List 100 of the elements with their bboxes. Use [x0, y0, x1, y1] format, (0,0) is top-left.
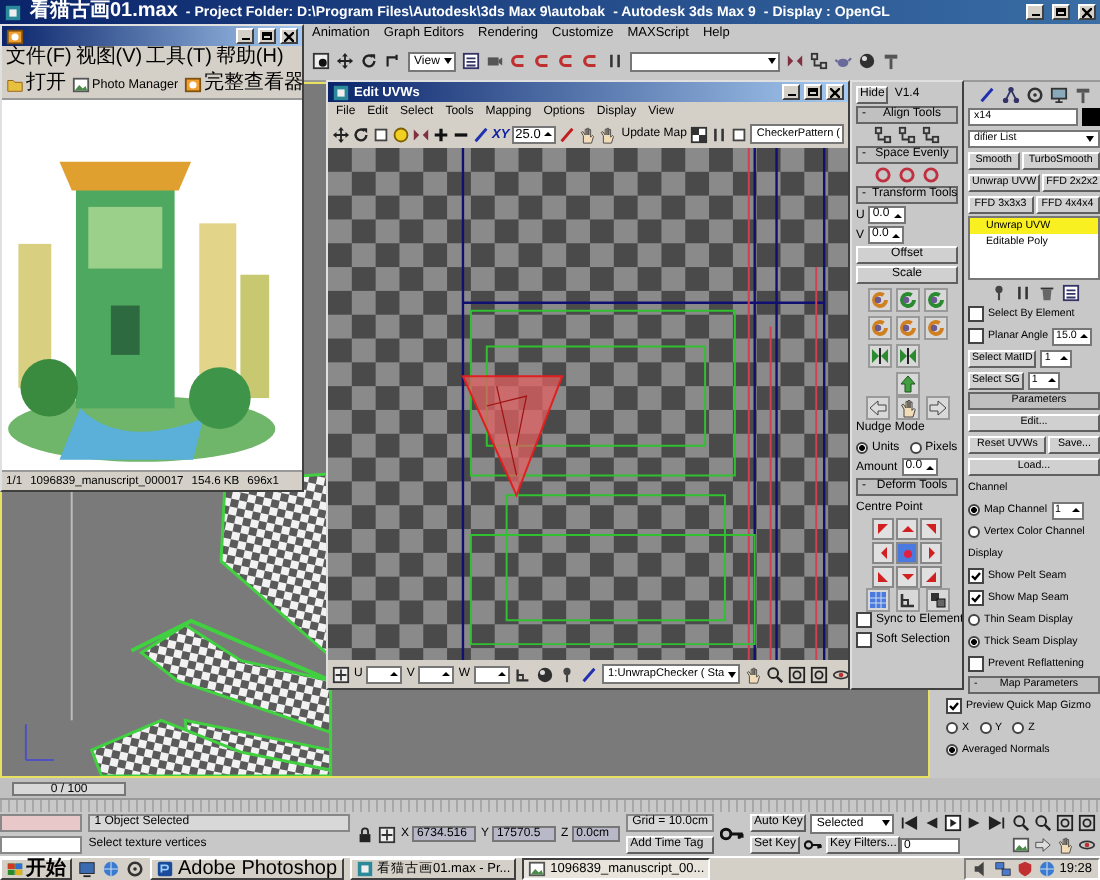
mirror-icon[interactable] — [785, 52, 804, 70]
select-region-icon[interactable] — [312, 52, 330, 70]
move-icon[interactable] — [336, 52, 354, 70]
centre-point-button[interactable] — [896, 518, 918, 540]
close-button[interactable] — [280, 28, 298, 44]
edge-icon[interactable] — [514, 665, 533, 683]
zoom-extents-icon[interactable] — [810, 665, 829, 683]
arrow-icon[interactable] — [865, 395, 889, 419]
radio-button[interactable] — [979, 722, 992, 734]
move-icon[interactable] — [332, 125, 350, 143]
script-field[interactable] — [0, 814, 83, 832]
checkbox[interactable] — [946, 698, 962, 714]
zoom-icon[interactable] — [766, 665, 785, 683]
checker-icon[interactable] — [690, 125, 709, 143]
taskbar-button[interactable]: Adobe Photoshop — [150, 858, 344, 880]
menu-item[interactable]: 文件(F) — [6, 46, 72, 70]
edge-icon[interactable] — [895, 587, 919, 611]
align-icon[interactable] — [898, 126, 916, 144]
minimize-button[interactable] — [236, 28, 254, 44]
spinner-field[interactable] — [418, 665, 455, 683]
align-icon[interactable] — [874, 126, 892, 144]
checkbox[interactable] — [856, 611, 872, 627]
globe-icon[interactable] — [1037, 860, 1056, 878]
minimize-button[interactable] — [782, 84, 800, 100]
key-icon[interactable] — [804, 836, 823, 854]
trash-icon[interactable] — [1037, 283, 1055, 301]
close-button[interactable] — [826, 84, 844, 100]
sphere-icon[interactable] — [536, 665, 555, 683]
radio-button[interactable] — [968, 526, 980, 538]
toolbar-button[interactable]: 打开 — [6, 72, 66, 96]
radio-button[interactable] — [968, 504, 980, 516]
arrow-icon[interactable] — [925, 395, 949, 419]
bars-icon[interactable] — [1013, 283, 1031, 301]
mirror-icon[interactable] — [412, 125, 430, 143]
flip-icon[interactable] — [895, 344, 919, 368]
centre-point-button[interactable] — [872, 518, 894, 540]
lock-icon[interactable] — [356, 825, 375, 843]
maximize-button[interactable] — [804, 84, 822, 100]
hand-icon[interactable] — [597, 125, 616, 143]
spinner-field[interactable] — [366, 665, 403, 683]
track-bar[interactable] — [0, 798, 1100, 812]
centre-point-button[interactable] — [920, 518, 942, 540]
list-icon[interactable] — [461, 52, 480, 70]
checkbox[interactable] — [968, 568, 984, 584]
hand-icon[interactable] — [895, 395, 919, 419]
pencil-icon[interactable] — [977, 85, 995, 103]
zoom-icon[interactable] — [1034, 814, 1052, 832]
radio-button[interactable] — [968, 614, 980, 626]
absolute-mode-icon[interactable] — [332, 665, 350, 683]
faces-icon[interactable] — [925, 587, 949, 611]
go-to-start-icon[interactable] — [900, 814, 918, 832]
centre-point-button[interactable] — [872, 542, 894, 564]
align-icon[interactable] — [922, 126, 940, 144]
object-color-swatch[interactable] — [1082, 107, 1100, 125]
hammer-icon[interactable] — [881, 52, 900, 70]
orbit-icon[interactable] — [832, 665, 848, 683]
centre-point-button[interactable] — [872, 566, 894, 588]
globe-icon[interactable] — [102, 860, 120, 878]
zoom-extents-icon[interactable] — [1056, 814, 1074, 832]
square-icon[interactable] — [730, 125, 749, 143]
pencil-icon[interactable] — [557, 125, 576, 143]
rotate-icon[interactable] — [360, 52, 378, 70]
selection-set-dropdown[interactable] — [629, 51, 780, 71]
checkbox[interactable] — [968, 656, 984, 672]
play-icon[interactable] — [944, 814, 962, 832]
key-icon[interactable] — [720, 822, 744, 846]
maximize-button[interactable] — [1052, 4, 1070, 20]
menu-item[interactable]: 视图(V) — [75, 46, 143, 70]
pencil-icon[interactable] — [472, 125, 490, 143]
circle-icon[interactable] — [392, 125, 410, 143]
bars-icon[interactable] — [605, 52, 624, 70]
pin-icon[interactable] — [558, 665, 577, 683]
close-button[interactable] — [1078, 4, 1096, 20]
hierarchy-icon[interactable] — [1001, 85, 1019, 103]
align-icon[interactable] — [809, 52, 828, 70]
menu-item[interactable]: 工具(T) — [146, 46, 212, 70]
checkbox[interactable] — [968, 328, 984, 344]
radio-button[interactable] — [909, 441, 922, 453]
go-to-end-icon[interactable] — [988, 814, 1006, 832]
radio-button[interactable] — [946, 744, 958, 756]
hand-icon[interactable] — [577, 125, 596, 143]
speaker-icon[interactable] — [971, 860, 990, 878]
hand-icon[interactable] — [1056, 836, 1074, 854]
checkbox[interactable] — [968, 590, 984, 606]
shield-icon[interactable] — [1015, 860, 1034, 878]
network-icon[interactable] — [993, 860, 1012, 878]
maximize-button[interactable] — [258, 28, 276, 44]
zoom-icon[interactable] — [1012, 814, 1030, 832]
bars-icon[interactable] — [710, 125, 729, 143]
minimize-button[interactable] — [1026, 4, 1044, 20]
script-field[interactable] — [0, 836, 83, 854]
arrow-icon[interactable] — [1034, 836, 1052, 854]
checkbox[interactable] — [968, 306, 984, 322]
centre-point-button[interactable] — [896, 566, 918, 588]
radio-button[interactable] — [1012, 722, 1025, 734]
wheel-icon[interactable] — [1025, 85, 1043, 103]
zoom-extents-icon[interactable] — [788, 665, 807, 683]
menu-item[interactable]: 帮助(H) — [215, 46, 284, 70]
square-icon[interactable] — [372, 125, 390, 143]
list-icon[interactable] — [1061, 283, 1079, 301]
